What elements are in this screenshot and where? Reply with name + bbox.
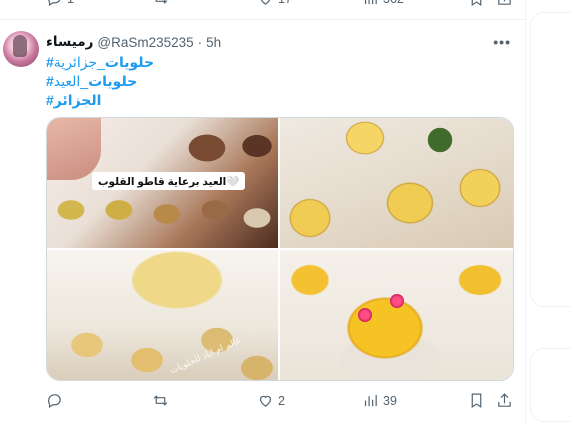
rose-decoration <box>358 308 372 322</box>
like-action[interactable]: 17 <box>257 0 292 7</box>
tweet-text: #حلويات_جزائرية #حلويات_العيد #الجزائر <box>46 53 506 110</box>
right-sidebar <box>527 0 571 422</box>
bookmark-action[interactable] <box>468 392 485 409</box>
author-handle[interactable]: @RaSm235235 <box>97 35 193 50</box>
author-name[interactable]: رميساء <box>46 34 93 50</box>
hashtag-suffix[interactable]: _جزائرية <box>54 54 105 70</box>
tweet-time[interactable]: 5h <box>206 35 221 50</box>
tweet-header: رميساء @RaSm235235 · 5h <box>46 33 516 51</box>
photo-3[interactable]: عالم ام اياد للحلويات <box>47 250 278 380</box>
heart-icon <box>260 0 271 5</box>
share-action[interactable] <box>496 0 513 7</box>
photo-watermark: عالم ام اياد للحلويات <box>168 334 243 376</box>
retweet-action[interactable] <box>152 392 173 409</box>
share-action[interactable] <box>496 392 513 409</box>
retweet-action[interactable] <box>152 0 169 7</box>
sidebar-card <box>530 348 571 422</box>
photo-2[interactable] <box>280 118 513 248</box>
bookmark-icon <box>471 0 482 7</box>
reply-icon <box>48 394 61 408</box>
reply-action[interactable] <box>46 392 67 409</box>
media-grid: العيد برعاية قاطو القلوب🤍 عالم ام اياد ل… <box>46 117 514 381</box>
views-icon <box>364 394 377 407</box>
share-icon <box>498 393 511 407</box>
views-action[interactable]: 39 <box>362 392 397 409</box>
photo-1[interactable]: العيد برعاية قاطو القلوب🤍 <box>47 118 278 248</box>
heart-icon <box>259 395 272 407</box>
view-count: 362 <box>383 0 404 6</box>
timeline-column: 1 17 362 رميساء @RaSm235235 · 5h ••• <box>0 0 526 422</box>
views-action[interactable]: 362 <box>362 0 404 7</box>
tweet-text-line: #الجزائر <box>46 91 506 110</box>
tweet-actions: 2 39 <box>0 392 525 412</box>
reply-icon <box>48 0 61 6</box>
like-action[interactable]: 2 <box>257 392 285 409</box>
like-count: 17 <box>278 0 292 6</box>
hashtag-suffix[interactable]: _العيد <box>54 73 88 89</box>
rose-decoration <box>390 294 404 308</box>
tweet-text-line: #حلويات_العيد <box>46 72 506 91</box>
sidebar-card <box>530 12 571 307</box>
hand-shape <box>47 118 101 180</box>
bookmark-action[interactable] <box>468 0 485 7</box>
photo-caption: العيد برعاية قاطو القلوب🤍 <box>92 172 246 190</box>
retweet-icon <box>153 395 168 406</box>
avatar[interactable] <box>3 31 39 67</box>
reply-action[interactable]: 1 <box>46 0 74 7</box>
tweet-divider <box>0 19 525 20</box>
hashtag-link[interactable]: #الجزائر <box>46 92 101 108</box>
photo-4[interactable] <box>280 250 513 380</box>
reply-count: 1 <box>67 0 74 6</box>
more-icon[interactable]: ••• <box>493 34 511 50</box>
view-count: 39 <box>383 393 397 408</box>
like-count: 2 <box>278 393 285 408</box>
share-icon <box>498 0 511 5</box>
separator-dot: · <box>197 34 203 50</box>
retweet-icon <box>155 0 168 4</box>
views-icon <box>364 0 377 5</box>
previous-tweet-actions: 1 17 362 <box>0 0 525 10</box>
tweet-text-line: #حلويات_جزائرية <box>46 53 506 72</box>
bookmark-icon <box>471 393 482 409</box>
